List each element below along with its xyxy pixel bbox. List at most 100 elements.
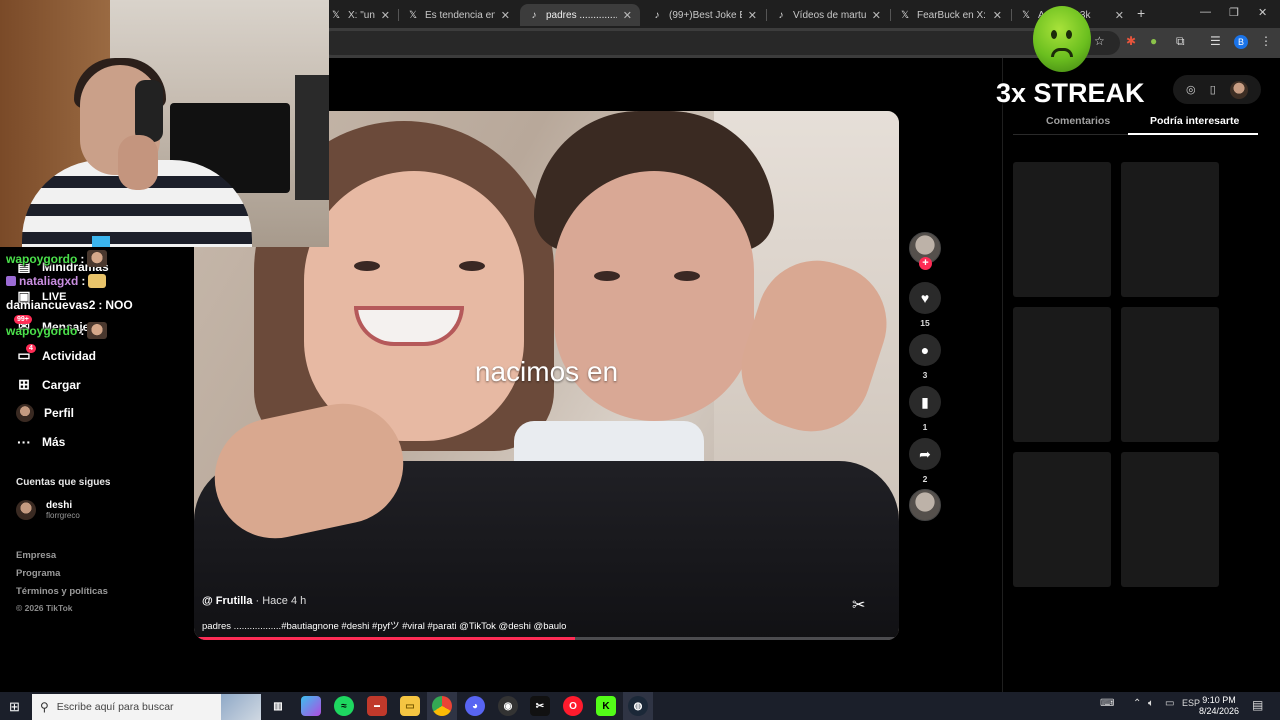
author-name[interactable]: @ Frutilla [202,595,252,607]
browser-tab[interactable]: 𝕏 Es tendencia en 𝕏 en ✕ [399,4,518,26]
app-icon[interactable]: ▬ [367,696,387,716]
video-caption-overlay: nacimos en [474,356,619,387]
compass-icon[interactable]: ◎ [1186,83,1196,96]
browser-tab[interactable]: ♪ Vídeos de martucardi ✕ [767,4,889,26]
tab-title: Es tendencia en 𝕏 en [425,9,495,21]
maximize-button[interactable]: ❐ [1229,6,1239,19]
taskbar-clock[interactable]: 9:10 PM 8/24/2026 [1199,695,1239,717]
suggested-video-thumb[interactable] [1121,162,1219,297]
spotify-icon[interactable]: ≈ [334,696,354,716]
close-tab-icon[interactable]: ✕ [623,9,632,22]
follow-plus-icon[interactable]: + [919,257,932,270]
capcut-logo-icon: ✂ [852,597,866,614]
new-tab-button[interactable]: + [1137,5,1145,21]
browser-profile-avatar[interactable]: B [1234,35,1248,49]
phone-icon[interactable]: ▯ [1210,83,1216,96]
sound-avatar[interactable] [909,489,941,521]
volume-icon[interactable]: 🔈︎ [1148,698,1154,709]
capcut-app-icon[interactable]: ✂ [530,696,550,716]
user-avatar[interactable] [1229,80,1248,99]
taskbar-search-input[interactable]: ⚲ Escribe aquí para buscar [32,694,261,720]
video-progress-bar[interactable] [194,637,899,640]
following-account[interactable]: deshi florrgreco [16,500,80,520]
kick-icon[interactable]: K [596,696,616,716]
active-tab-underline [1128,133,1258,135]
obs-icon[interactable]: ◉ [498,696,518,716]
windows-start-icon[interactable]: ⊞ [9,699,20,715]
save-button[interactable]: ▮ [909,386,941,418]
heart-icon: ♥ [920,290,930,306]
footer-link-programa[interactable]: Programa [16,568,60,579]
discord-icon[interactable]: ◕ [465,696,485,716]
close-tab-icon[interactable]: ✕ [748,9,757,22]
browser-tab-active[interactable]: ♪ padres ............... ✕ [520,4,640,26]
x-logo-icon: 𝕏 [1021,9,1031,21]
extension-icon[interactable]: ● [1150,34,1157,48]
address-bar[interactable] [320,31,1120,55]
close-tab-icon[interactable]: ✕ [993,9,1002,22]
reading-list-icon[interactable]: ☰ [1210,34,1221,48]
browser-menu-icon[interactable]: ⋮ [1260,34,1272,48]
suggested-video-thumb[interactable] [1013,162,1111,297]
tab-title: X: "un chabo [348,9,375,21]
close-tab-icon[interactable]: ✕ [501,9,510,22]
account-name: deshi [46,500,73,511]
browser-tab[interactable]: 𝕏 FearBuck en X: "IShow ✕ [891,4,1010,26]
tab-comentarios[interactable]: Comentarios [1046,115,1110,127]
x-logo-icon: 𝕏 [331,9,341,21]
close-tab-icon[interactable]: ✕ [381,9,390,22]
close-tab-icon[interactable]: ✕ [1115,9,1124,22]
suggested-video-thumb[interactable] [1013,452,1111,587]
comment-count: 3 [922,370,928,380]
opera-icon[interactable]: O [563,696,583,716]
streamer-webcam [0,0,329,247]
account-handle: florrgreco [46,511,80,520]
suggested-video-thumb[interactable] [1121,452,1219,587]
bookmark-star-icon[interactable]: ☆ [1094,34,1105,48]
search-placeholder: Escribe aquí para buscar [56,701,174,713]
tab-podria-interesarte[interactable]: Podría interesarte [1150,115,1239,127]
browser-tab[interactable]: ♪ (99+)Best Joke Ever ✕ [643,4,765,26]
tray-chevron-icon[interactable]: ⌃ [1133,698,1141,709]
comment-button[interactable]: ● [909,334,941,366]
suggested-video-thumb[interactable] [1121,307,1219,442]
extensions-puzzle-icon[interactable]: ⧉ [1176,34,1185,49]
x-logo-icon: 𝕏 [900,9,910,21]
following-section-title: Cuentas que sigues [16,477,111,488]
chat-emote-icon [87,322,108,339]
subscriber-badge-icon [6,276,16,286]
suggested-video-thumb[interactable] [1013,307,1111,442]
sidebar-item-more[interactable]: ··· Más [16,434,65,450]
footer-link-empresa[interactable]: Empresa [16,550,56,561]
chat-username: wapoygordo [6,251,78,266]
sidebar-item-upload[interactable]: ⊞ Cargar [16,376,81,393]
footer-link-terminos[interactable]: Términos y políticas [16,586,108,597]
close-tab-icon[interactable]: ✕ [872,9,881,22]
extension-icon[interactable]: ✱ [1126,34,1136,48]
task-view-icon[interactable]: ▥ [268,696,288,716]
copilot-icon[interactable] [301,696,321,716]
sidebar-item-label: Perfil [44,406,75,420]
network-icon[interactable]: ▭ [1165,698,1174,709]
sad-face-emoji-icon [1033,6,1091,72]
chat-text: NOO [105,298,133,312]
share-button[interactable]: ➦ [909,438,941,470]
chrome-icon[interactable] [432,696,452,716]
notifications-icon[interactable]: ▤ [1252,698,1263,712]
steam-icon[interactable]: ◍ [628,696,648,716]
minimize-button[interactable]: — [1200,6,1211,18]
keyboard-icon[interactable]: ⌨ [1100,698,1114,709]
video-progress-fill [194,637,575,640]
chat-emote-icon [87,250,108,267]
close-window-button[interactable]: ✕ [1258,6,1267,19]
search-highlight-image [221,694,261,720]
streak-overlay-text: 3x STREAK [996,78,1145,108]
like-button[interactable]: ♥ [909,282,941,314]
sidebar-item-profile[interactable]: Perfil [16,404,74,422]
browser-tab[interactable]: 𝕏 X: "un chabo ✕ [322,4,398,26]
language-indicator[interactable]: ESP [1182,698,1200,708]
chat-username: damiancuevas2 [6,298,96,312]
video-author[interactable]: @ Frutilla · Hace 4 h [202,595,306,607]
clock-time: 9:10 PM [1202,695,1236,705]
file-explorer-icon[interactable]: ▭ [400,696,420,716]
